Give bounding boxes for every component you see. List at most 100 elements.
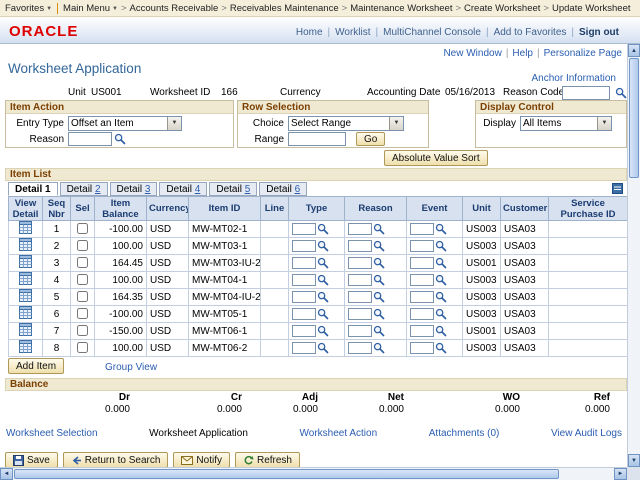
view-detail-icon[interactable] (19, 272, 32, 285)
personalize-page-link[interactable]: Personalize Page (544, 48, 622, 59)
row-select-checkbox[interactable] (77, 325, 88, 337)
add-to-favorites-link[interactable]: Add to Favorites (494, 27, 567, 38)
row-select-checkbox[interactable] (77, 240, 88, 252)
type-input[interactable] (292, 325, 316, 337)
home-link[interactable]: Home (296, 27, 323, 38)
absolute-value-sort-button[interactable]: Absolute Value Sort (384, 150, 488, 166)
view-audit-logs-link[interactable]: View Audit Logs (551, 428, 622, 439)
type-input[interactable] (292, 291, 316, 303)
row-select-checkbox[interactable] (77, 257, 88, 269)
vertical-scrollbar-thumb[interactable] (629, 58, 639, 178)
worksheet-action-link[interactable]: Worksheet Action (300, 428, 378, 439)
help-link[interactable]: Help (512, 48, 533, 59)
add-item-button[interactable]: Add Item (8, 358, 65, 374)
type-input[interactable] (292, 223, 316, 235)
view-detail-icon[interactable] (19, 255, 32, 268)
new-window-link[interactable]: New Window (443, 48, 501, 59)
scroll-left-arrow[interactable]: ◄ (0, 468, 13, 480)
refresh-button[interactable]: Refresh (234, 452, 300, 468)
view-detail-icon[interactable] (19, 238, 32, 251)
worksheet-selection-link[interactable]: Worksheet Selection (6, 428, 98, 439)
reason-lookup-icon[interactable] (114, 133, 127, 146)
event-input[interactable] (410, 291, 434, 303)
worklist-link[interactable]: Worklist (335, 27, 370, 38)
view-detail-icon[interactable] (19, 323, 32, 336)
tab-detail-4[interactable]: Detail 4 (159, 182, 208, 196)
reason-input[interactable] (348, 240, 372, 252)
reason-input[interactable] (348, 291, 372, 303)
type-lookup-icon[interactable] (317, 257, 329, 269)
event-lookup-icon[interactable] (435, 291, 447, 303)
type-lookup-icon[interactable] (317, 223, 329, 235)
view-detail-icon[interactable] (19, 306, 32, 319)
reason-input[interactable] (348, 308, 372, 320)
breadcrumb-maintenance-worksheet[interactable]: Maintenance Worksheet (350, 3, 452, 14)
reason-code-input[interactable] (562, 86, 610, 100)
event-lookup-icon[interactable] (435, 325, 447, 337)
main-menu[interactable]: Main Menu ▼ (63, 3, 118, 14)
event-input[interactable] (410, 223, 434, 235)
reason-lookup-icon[interactable] (373, 274, 385, 286)
event-lookup-icon[interactable] (435, 308, 447, 320)
reason-input[interactable] (348, 325, 372, 337)
type-lookup-icon[interactable] (317, 274, 329, 286)
event-input[interactable] (410, 308, 434, 320)
tab-detail-6[interactable]: Detail 6 (259, 182, 308, 196)
event-lookup-icon[interactable] (435, 223, 447, 235)
row-select-checkbox[interactable] (77, 223, 88, 235)
type-input[interactable] (292, 240, 316, 252)
favorites-menu[interactable]: Favorites ▼ (5, 3, 52, 14)
choice-select[interactable]: Select Range ▼ (288, 115, 404, 131)
event-input[interactable] (410, 274, 434, 286)
display-select[interactable]: All Items ▼ (520, 115, 612, 131)
reason-lookup-icon[interactable] (373, 342, 385, 354)
scroll-up-arrow[interactable]: ▲ (628, 44, 640, 57)
breadcrumb-update-worksheet[interactable]: Update Worksheet (552, 3, 631, 14)
reason-input[interactable] (348, 257, 372, 269)
group-view-link[interactable]: Group View (105, 362, 157, 373)
horizontal-scrollbar-thumb[interactable] (14, 469, 559, 479)
event-lookup-icon[interactable] (435, 274, 447, 286)
reason-lookup-icon[interactable] (373, 308, 385, 320)
row-select-checkbox[interactable] (77, 291, 88, 303)
return-to-search-button[interactable]: Return to Search (62, 452, 169, 468)
reason-input[interactable] (348, 223, 372, 235)
row-select-checkbox[interactable] (77, 274, 88, 286)
event-input[interactable] (410, 240, 434, 252)
breadcrumb-accounts-receivable[interactable]: Accounts Receivable (130, 3, 219, 14)
breadcrumb-create-worksheet[interactable]: Create Worksheet (464, 3, 540, 14)
event-lookup-icon[interactable] (435, 240, 447, 252)
multichannel-console-link[interactable]: MultiChannel Console (383, 27, 481, 38)
type-input[interactable] (292, 342, 316, 354)
reason-lookup-icon[interactable] (373, 257, 385, 269)
scroll-right-arrow[interactable]: ► (614, 468, 627, 480)
view-detail-icon[interactable] (19, 221, 32, 234)
event-input[interactable] (410, 325, 434, 337)
scroll-down-arrow[interactable]: ▼ (628, 454, 640, 467)
grid-customize-icon[interactable] (612, 183, 623, 197)
type-lookup-icon[interactable] (317, 291, 329, 303)
range-input[interactable] (288, 132, 346, 146)
reason-lookup-icon[interactable] (373, 291, 385, 303)
event-lookup-icon[interactable] (435, 257, 447, 269)
tab-detail-2[interactable]: Detail 2 (59, 182, 108, 196)
row-select-checkbox[interactable] (77, 342, 88, 354)
type-lookup-icon[interactable] (317, 342, 329, 354)
reason-input[interactable] (68, 132, 112, 146)
event-lookup-icon[interactable] (435, 342, 447, 354)
horizontal-scrollbar[interactable]: ◄ ► (0, 467, 627, 480)
type-input[interactable] (292, 274, 316, 286)
event-input[interactable] (410, 342, 434, 354)
tab-detail-3[interactable]: Detail 3 (109, 182, 158, 196)
save-button[interactable]: Save (5, 452, 58, 468)
type-lookup-icon[interactable] (317, 240, 329, 252)
reason-lookup-icon[interactable] (373, 240, 385, 252)
tab-detail-5[interactable]: Detail 5 (209, 182, 258, 196)
type-lookup-icon[interactable] (317, 325, 329, 337)
attachments-0-link[interactable]: Attachments (0) (429, 428, 500, 439)
sign-out-link[interactable]: Sign out (579, 27, 619, 38)
entry-type-select[interactable]: Offset an Item ▼ (68, 115, 182, 131)
go-button[interactable]: Go (356, 132, 386, 146)
reason-input[interactable] (348, 342, 372, 354)
event-input[interactable] (410, 257, 434, 269)
